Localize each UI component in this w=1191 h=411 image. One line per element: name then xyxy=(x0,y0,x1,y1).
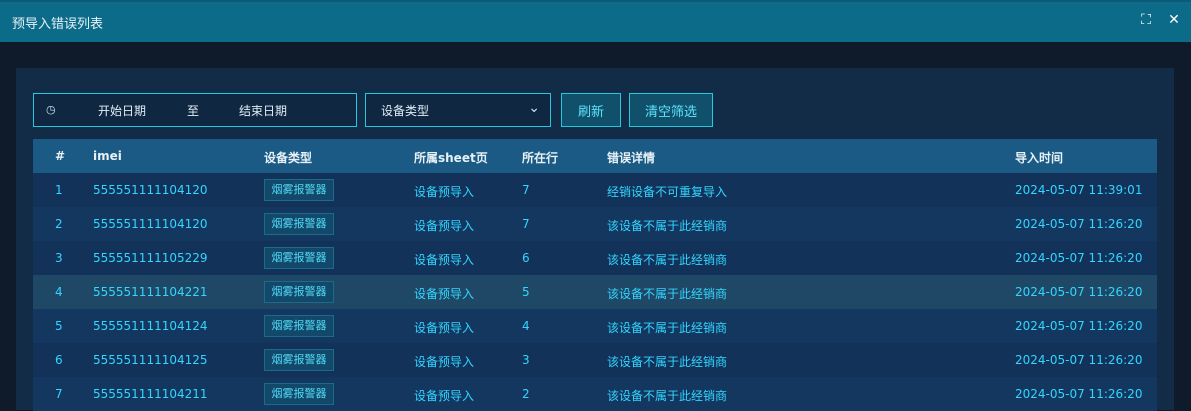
row-num: 1 xyxy=(55,183,63,197)
row-error: 该设备不属于此经销商 xyxy=(607,219,728,233)
row-time: 2024-05-07 11:26:20 xyxy=(1015,251,1143,265)
row-device-type: 烟雾报警器 xyxy=(264,383,334,405)
row-sheet: 设备预导入 xyxy=(414,355,475,369)
date-range-picker[interactable]: ◷ 开始日期 至 结束日期 xyxy=(33,93,357,127)
clock-icon: ◷ xyxy=(46,103,56,116)
chevron-down-icon: ⌄ xyxy=(528,100,540,116)
table-row-hovered[interactable]: 4 555551111104221 烟雾报警器 设备预导入 5 该设备不属于此经… xyxy=(33,275,1157,309)
row-time: 2024-05-07 11:26:20 xyxy=(1015,217,1143,231)
row-line: 6 xyxy=(522,251,530,265)
device-type-select[interactable]: 设备类型 ⌄ xyxy=(365,93,551,127)
row-line: 5 xyxy=(522,285,530,299)
row-num: 6 xyxy=(55,353,63,367)
dialog-gap xyxy=(0,42,1191,68)
row-device-type: 烟雾报警器 xyxy=(264,281,334,303)
row-device-type: 烟雾报警器 xyxy=(264,349,334,371)
header-row: 所在行 xyxy=(522,151,559,165)
row-num: 3 xyxy=(55,251,63,265)
row-sheet: 设备预导入 xyxy=(414,389,475,403)
device-type-select-label: 设备类型 xyxy=(381,104,430,118)
table-header: # imei 设备类型 所属sheet页 所在行 错误详情 导入时间 xyxy=(33,139,1157,173)
row-num: 4 xyxy=(55,285,63,299)
close-icon[interactable]: ✕ xyxy=(1167,13,1181,27)
row-num: 7 xyxy=(55,387,63,401)
row-line: 2 xyxy=(522,387,530,401)
row-imei: 555551111104120 xyxy=(93,183,208,197)
row-time: 2024-05-07 11:39:01 xyxy=(1015,183,1143,197)
row-line: 7 xyxy=(522,217,530,231)
error-table: # imei 设备类型 所属sheet页 所在行 错误详情 导入时间 1 555… xyxy=(33,139,1157,411)
row-error: 该设备不属于此经销商 xyxy=(607,389,728,403)
row-time: 2024-05-07 11:26:20 xyxy=(1015,353,1143,367)
row-line: 4 xyxy=(522,319,530,333)
device-type-tag: 烟雾报警器 xyxy=(264,179,334,201)
device-type-tag: 烟雾报警器 xyxy=(264,315,334,337)
device-type-tag: 烟雾报警器 xyxy=(264,349,334,371)
table-row[interactable]: 2 555551111104120 烟雾报警器 设备预导入 7 该设备不属于此经… xyxy=(33,207,1157,241)
row-error: 该设备不属于此经销商 xyxy=(607,287,728,301)
device-type-tag: 烟雾报警器 xyxy=(264,383,334,405)
table-row[interactable]: 5 555551111104124 烟雾报警器 设备预导入 4 该设备不属于此经… xyxy=(33,309,1157,343)
row-imei: 555551111105229 xyxy=(93,251,208,265)
content-panel: ◷ 开始日期 至 结束日期 设备类型 ⌄ 刷新 清空筛选 # imei 设备类型… xyxy=(16,68,1174,411)
fullscreen-icon[interactable]: ⛶ xyxy=(1139,13,1153,27)
title-icons: ⛶ ✕ xyxy=(1139,13,1181,27)
row-imei: 555551111104221 xyxy=(93,285,208,299)
row-imei: 555551111104125 xyxy=(93,353,208,367)
date-range-separator: 至 xyxy=(187,104,200,118)
row-time: 2024-05-07 11:26:20 xyxy=(1015,387,1143,401)
header-device-type: 设备类型 xyxy=(264,151,313,165)
row-imei: 555551111104211 xyxy=(93,387,208,401)
row-sheet: 设备预导入 xyxy=(414,219,475,233)
row-sheet: 设备预导入 xyxy=(414,185,475,199)
dialog-title: 预导入错误列表 xyxy=(12,16,104,32)
row-line: 7 xyxy=(522,183,530,197)
end-date-input[interactable]: 结束日期 xyxy=(239,102,287,119)
row-device-type: 烟雾报警器 xyxy=(264,213,334,235)
row-error: 该设备不属于此经销商 xyxy=(607,321,728,335)
table-row[interactable]: 7 555551111104211 烟雾报警器 设备预导入 2 该设备不属于此经… xyxy=(33,377,1157,411)
row-time: 2024-05-07 11:26:20 xyxy=(1015,285,1143,299)
row-line: 3 xyxy=(522,353,530,367)
row-sheet: 设备预导入 xyxy=(414,253,475,267)
row-device-type: 烟雾报警器 xyxy=(264,315,334,337)
row-num: 2 xyxy=(55,217,63,231)
header-imei: imei xyxy=(93,149,122,163)
dialog-titlebar: 预导入错误列表 ⛶ ✕ xyxy=(0,0,1191,42)
row-error: 经销设备不可重复导入 xyxy=(607,185,728,199)
table-row[interactable]: 3 555551111105229 烟雾报警器 设备预导入 6 该设备不属于此经… xyxy=(33,241,1157,275)
row-imei: 555551111104124 xyxy=(93,319,208,333)
row-device-type: 烟雾报警器 xyxy=(264,247,334,269)
row-error: 该设备不属于此经销商 xyxy=(607,355,728,369)
table-row[interactable]: 6 555551111104125 烟雾报警器 设备预导入 3 该设备不属于此经… xyxy=(33,343,1157,377)
row-num: 5 xyxy=(55,319,63,333)
header-num: # xyxy=(55,149,66,163)
start-date-input[interactable]: 开始日期 xyxy=(98,102,146,119)
row-error: 该设备不属于此经销商 xyxy=(607,253,728,267)
row-sheet: 设备预导入 xyxy=(414,287,475,301)
table-row[interactable]: 1 555551111104120 烟雾报警器 设备预导入 7 经销设备不可重复… xyxy=(33,173,1157,207)
row-imei: 555551111104120 xyxy=(93,217,208,231)
header-sheet: 所属sheet页 xyxy=(414,151,488,165)
clear-filters-button[interactable]: 清空筛选 xyxy=(629,93,713,127)
device-type-tag: 烟雾报警器 xyxy=(264,281,334,303)
header-time: 导入时间 xyxy=(1015,151,1064,165)
row-sheet: 设备预导入 xyxy=(414,321,475,335)
device-type-tag: 烟雾报警器 xyxy=(264,213,334,235)
row-time: 2024-05-07 11:26:20 xyxy=(1015,319,1143,333)
row-device-type: 烟雾报警器 xyxy=(264,179,334,201)
header-error: 错误详情 xyxy=(607,151,656,165)
device-type-tag: 烟雾报警器 xyxy=(264,247,334,269)
refresh-button[interactable]: 刷新 xyxy=(561,93,621,127)
